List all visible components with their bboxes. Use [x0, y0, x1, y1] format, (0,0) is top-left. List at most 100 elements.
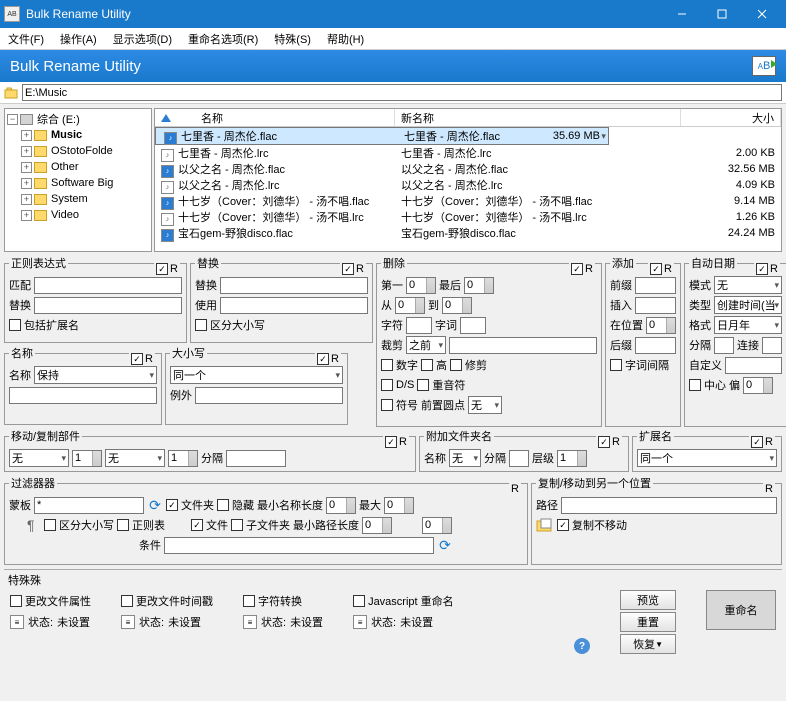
sp-times-check[interactable] [121, 595, 133, 607]
case-except-input[interactable] [195, 387, 343, 404]
browse-folder-icon[interactable] [536, 518, 554, 532]
case-mode-select[interactable]: 同一个 [170, 366, 343, 384]
menu-action[interactable]: 操作(A) [56, 29, 101, 49]
tree-item[interactable]: Software Big [49, 177, 115, 189]
file-name-cell[interactable]: ♪七里香 - 周杰伦.flac [158, 128, 398, 145]
autodate-cent-spin[interactable]: 0 [743, 377, 773, 394]
tree-expand-icon[interactable]: + [21, 162, 32, 173]
filter-maxname-spin[interactable]: 0 [384, 497, 414, 514]
status-icon[interactable]: ≡ [10, 615, 24, 629]
sp-attrs-check[interactable] [10, 595, 22, 607]
sp-js-check[interactable] [353, 595, 365, 607]
mc-sep-input[interactable] [226, 450, 286, 467]
sp-charrepl-check[interactable] [243, 595, 255, 607]
filter-hidden-check[interactable] [217, 499, 229, 511]
col-name[interactable]: 名称 [155, 109, 395, 126]
menu-help[interactable]: 帮助(H) [323, 29, 368, 49]
filter-minname-spin[interactable]: 0 [326, 497, 356, 514]
tree-item[interactable]: System [49, 193, 90, 205]
filter-files-check[interactable] [191, 519, 203, 531]
remove-accent-check[interactable] [417, 379, 429, 391]
tree-expand-icon[interactable]: + [21, 194, 32, 205]
filter-mask-input[interactable] [34, 497, 144, 514]
copyto-copynotmove-check[interactable] [557, 519, 569, 531]
movecopy-enable-check[interactable] [385, 436, 397, 448]
tree-item[interactable]: Music [49, 129, 84, 141]
tree-root[interactable]: 综合 (E:) [35, 111, 82, 127]
filter-folders-check[interactable] [166, 499, 178, 511]
menu-file[interactable]: 文件(F) [4, 29, 48, 49]
remove-ds-check[interactable] [381, 379, 393, 391]
append-enable-check[interactable] [598, 436, 610, 448]
help-icon[interactable]: ? [574, 638, 590, 654]
restore-button[interactable]: 恢复 ▼ [620, 634, 676, 654]
reset-button[interactable]: 重置 [620, 612, 676, 632]
add-wordspace-check[interactable] [610, 359, 622, 371]
add-suffix-input[interactable] [635, 337, 676, 354]
append-levels-spin[interactable]: 1 [557, 450, 587, 467]
remove-first-spin[interactable]: 0 [406, 277, 436, 294]
remove-digits-check[interactable] [381, 359, 393, 371]
status-icon[interactable]: ≡ [121, 615, 135, 629]
preview-button[interactable]: 预览 [620, 590, 676, 610]
autodate-sep-input[interactable] [714, 337, 734, 354]
tree-expand-icon[interactable]: + [21, 210, 32, 221]
tree-item[interactable]: OStotoFolde [49, 145, 115, 157]
remove-from-spin[interactable]: 0 [395, 297, 425, 314]
regex-replace-input[interactable] [34, 297, 182, 314]
menu-special[interactable]: 特殊(S) [270, 29, 315, 49]
replace-find-input[interactable] [220, 277, 368, 294]
file-name-cell[interactable]: ♪七里香 - 周杰伦.lrc [155, 145, 395, 162]
path-input[interactable] [22, 84, 782, 101]
add-atpos-spin[interactable]: 0 [646, 317, 676, 334]
tree-item[interactable]: Video [49, 209, 81, 221]
mc-count2-spin[interactable]: 1 [168, 450, 198, 467]
file-name-cell[interactable]: ♪十七岁（Cover：刘德华） - 汤不唱.flac [155, 193, 395, 210]
regex-match-input[interactable] [34, 277, 182, 294]
close-button[interactable] [742, 0, 782, 28]
folder-tree[interactable]: −综合 (E:) +Music+OStotoFolde+Other+Softwa… [4, 108, 152, 252]
file-list[interactable]: 名称 新名称 大小 ♪七里香 - 周杰伦.flac七里香 - 周杰伦.flac3… [154, 108, 782, 252]
case-enable-check[interactable] [317, 353, 329, 365]
autodate-enable-check[interactable] [756, 263, 768, 275]
refresh-icon[interactable]: ⟳ [147, 497, 163, 513]
name-fixed-input[interactable] [9, 387, 157, 404]
name-enable-check[interactable] [131, 353, 143, 365]
status-icon[interactable]: ≡ [243, 615, 257, 629]
autodate-custom-input[interactable] [725, 357, 782, 374]
filter-maxpath-spin[interactable]: 0 [422, 517, 452, 534]
name-mode-select[interactable]: 保持 [34, 366, 157, 384]
remove-high-check[interactable] [421, 359, 433, 371]
remove-crop-select[interactable]: 之前 [406, 336, 446, 354]
filter-subfolders-check[interactable] [231, 519, 243, 531]
col-newname[interactable]: 新名称 [395, 109, 681, 126]
add-insert-input[interactable] [635, 297, 676, 314]
autodate-seg-input[interactable] [762, 337, 782, 354]
append-mode-select[interactable]: 无 [449, 449, 481, 467]
autodate-center-check[interactable] [689, 379, 701, 391]
file-name-cell[interactable]: ♪以父之名 - 周杰伦.flac [155, 161, 395, 178]
col-size[interactable]: 大小 [681, 109, 781, 126]
filter-toggle-icon[interactable]: ¶ [27, 517, 41, 533]
status-icon[interactable]: ≡ [353, 615, 367, 629]
refresh-cond-icon[interactable]: ⟳ [437, 537, 453, 553]
file-name-cell[interactable]: ♪以父之名 - 周杰伦.lrc [155, 177, 395, 194]
filter-cond-input[interactable] [164, 537, 434, 554]
filter-case-check[interactable] [44, 519, 56, 531]
tree-expand-icon[interactable]: + [21, 178, 32, 189]
minimize-button[interactable] [662, 0, 702, 28]
regex-enable-check[interactable] [156, 263, 168, 275]
filter-regex-check[interactable] [117, 519, 129, 531]
autodate-mode-select[interactable]: 无 [714, 276, 782, 294]
regex-inclext-check[interactable] [9, 319, 21, 331]
replace-enable-check[interactable] [342, 263, 354, 275]
file-name-cell[interactable]: ♪十七岁（Cover：刘德华） - 汤不唱.lrc [155, 209, 395, 226]
remove-words-input[interactable] [460, 317, 486, 334]
remove-chars-input[interactable] [406, 317, 432, 334]
mc-count1-spin[interactable]: 1 [72, 450, 102, 467]
maximize-button[interactable] [702, 0, 742, 28]
remove-lead-select[interactable]: 无 [468, 396, 502, 414]
folder-up-icon[interactable] [4, 86, 18, 100]
tree-expand-icon[interactable]: + [21, 146, 32, 157]
filter-minpath-spin[interactable]: 0 [362, 517, 392, 534]
